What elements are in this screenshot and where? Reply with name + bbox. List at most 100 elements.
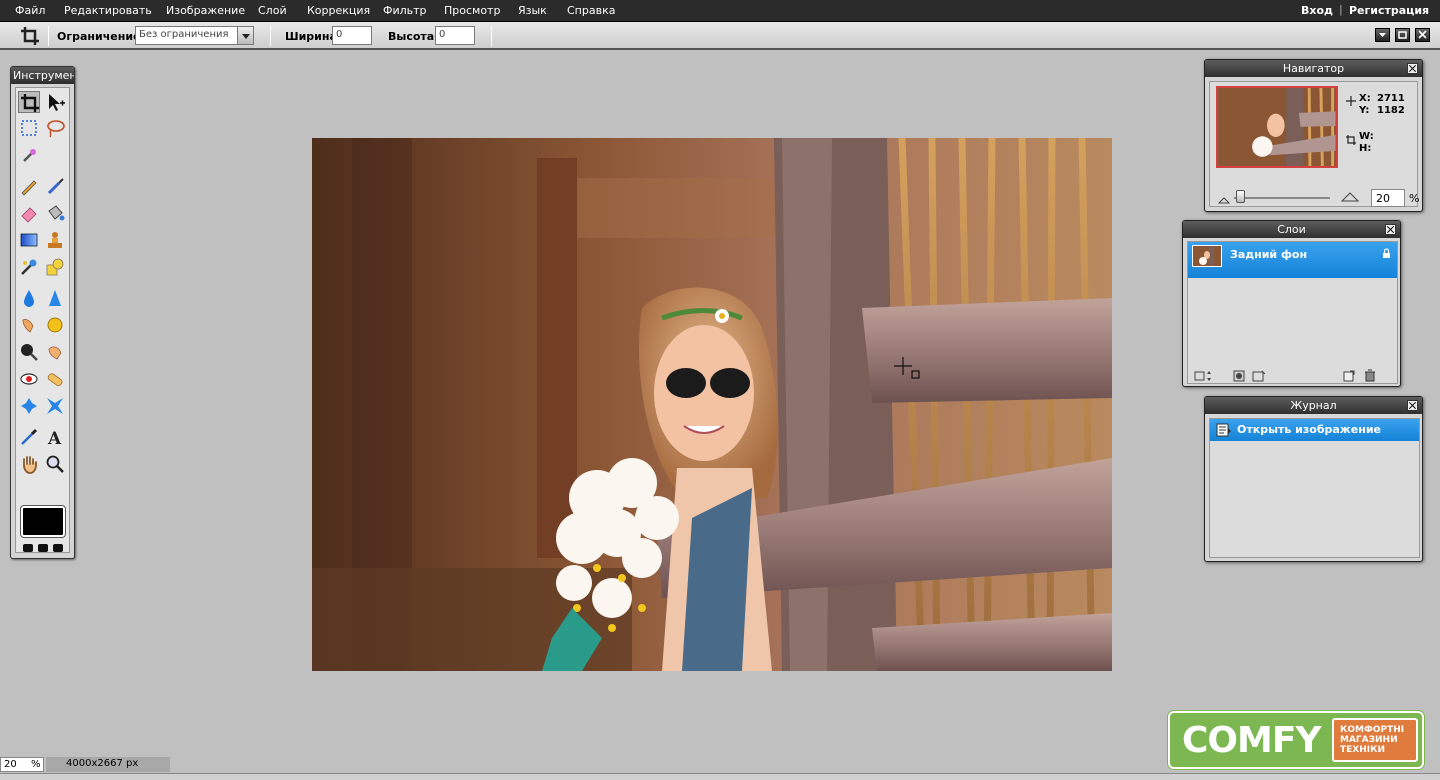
image-canvas[interactable]	[312, 138, 1112, 671]
close-icon[interactable]	[1407, 63, 1418, 74]
menu-language[interactable]: Язык	[518, 4, 547, 17]
sharpen-icon[interactable]	[44, 287, 66, 309]
menu-edit[interactable]: Редактировать	[64, 4, 152, 17]
zoom-input[interactable]: 20	[1371, 189, 1405, 207]
maximize-button[interactable]	[1395, 28, 1410, 42]
comfy-logo: COMFY КОМФОРТНІ МАГАЗИНИ ТЕХНІКИ	[1168, 711, 1424, 769]
zoom-slider-handle[interactable]	[1236, 190, 1245, 203]
height-input[interactable]: 0	[435, 26, 475, 45]
image-dimensions: 4000x2667 px	[46, 757, 170, 772]
comfy-logo-word: COMFY	[1182, 720, 1322, 761]
status-zoom-value: 20	[4, 759, 17, 770]
paint-bucket-icon[interactable]	[44, 202, 66, 224]
new-layer-icon[interactable]	[1343, 370, 1355, 382]
preset-dot[interactable]	[38, 544, 48, 552]
close-icon[interactable]	[1385, 224, 1396, 235]
navigator-title[interactable]: Навигатор	[1205, 60, 1422, 77]
trash-icon[interactable]	[1364, 369, 1376, 382]
menu-adjustments[interactable]: Коррекция	[307, 4, 370, 17]
size-icon	[1346, 135, 1356, 145]
close-button[interactable]	[1415, 28, 1430, 42]
tools-panel: Инструменты	[10, 66, 75, 559]
foreground-color-swatch[interactable]	[20, 505, 66, 538]
sponge-icon[interactable]	[44, 314, 66, 336]
layer-mask-icon[interactable]	[1233, 370, 1245, 382]
y-value: 1182	[1377, 105, 1405, 116]
navigator-thumbnail[interactable]	[1216, 86, 1338, 168]
layers-panel: Слои Задний фон	[1182, 220, 1401, 387]
preset-dot[interactable]	[23, 544, 33, 552]
login-link[interactable]: Вход	[1301, 4, 1333, 17]
brush-icon[interactable]	[44, 175, 66, 197]
menu-bar: Файл Редактировать Изображение Слой Корр…	[0, 0, 1440, 22]
chevron-down-icon[interactable]	[237, 26, 254, 45]
red-eye-icon[interactable]	[18, 368, 40, 390]
text-tool-icon[interactable]: A	[44, 426, 66, 449]
zoom-tool-icon[interactable]	[44, 453, 66, 475]
layers-title-text: Слои	[1277, 223, 1306, 236]
menu-filter[interactable]: Фильтр	[383, 4, 427, 17]
crop-tool-icon[interactable]	[18, 91, 40, 113]
color-replace-icon[interactable]	[18, 256, 40, 278]
magic-wand-icon[interactable]	[18, 144, 40, 166]
clone-stamp-icon[interactable]	[44, 229, 66, 251]
constraint-label: Ограничение:	[57, 30, 145, 43]
crop-options-icon[interactable]	[18, 25, 42, 47]
spot-heal-icon[interactable]	[44, 368, 66, 390]
zoom-out-icon[interactable]	[1217, 194, 1231, 204]
divider	[270, 26, 271, 46]
tools-panel-title[interactable]: Инструменты	[11, 67, 74, 84]
layer-style-icon[interactable]	[1252, 370, 1266, 382]
layers-body: Задний фон	[1187, 241, 1398, 384]
hand-tool-icon[interactable]	[18, 453, 40, 475]
gradient-icon[interactable]	[18, 229, 40, 251]
zoom-in-icon[interactable]	[1340, 192, 1360, 202]
minimize-button[interactable]	[1375, 28, 1390, 42]
x-label: X:	[1359, 93, 1371, 104]
svg-text:A: A	[47, 429, 62, 448]
constraint-select[interactable]: Без ограничения	[135, 26, 238, 45]
auth-separator: |	[1339, 3, 1343, 16]
eyedropper-icon[interactable]	[18, 426, 40, 448]
menu-help[interactable]: Справка	[567, 4, 615, 17]
bloat-icon[interactable]	[18, 395, 40, 417]
history-panel: Журнал Открыть изображение	[1204, 396, 1423, 562]
zoom-slider-track[interactable]	[1234, 197, 1330, 199]
layer-blend-icon[interactable]	[1194, 370, 1214, 382]
height-label: Высота:	[388, 30, 439, 43]
navigator-panel: Навигатор X: 2711 Y: 1182 W: H: 20 %	[1204, 59, 1423, 212]
smudge-icon[interactable]	[18, 314, 40, 336]
menu-image[interactable]: Изображение	[166, 4, 245, 17]
menu-file[interactable]: Файл	[15, 4, 45, 17]
history-item[interactable]: Открыть изображение	[1210, 419, 1419, 441]
photo	[312, 138, 1112, 671]
burn-icon[interactable]	[18, 341, 40, 363]
history-title[interactable]: Журнал	[1205, 397, 1422, 414]
pinch-icon[interactable]	[44, 395, 66, 417]
status-zoom-input[interactable]: 20 %	[0, 757, 44, 772]
tools-grid: A	[15, 87, 70, 553]
options-bar: Ограничение: Без ограничения Ширина: 0 В…	[0, 22, 1440, 50]
shape-tool-icon[interactable]	[44, 256, 66, 278]
comfy-logo-tag: КОМФОРТНІ МАГАЗИНИ ТЕХНІКИ	[1332, 718, 1418, 762]
dodge-icon[interactable]	[44, 341, 66, 363]
position-crosshair-icon	[1346, 96, 1356, 106]
width-input[interactable]: 0	[332, 26, 372, 45]
divider	[48, 26, 49, 46]
menu-layer[interactable]: Слой	[258, 4, 287, 17]
move-tool-icon[interactable]	[44, 91, 66, 113]
pencil-icon[interactable]	[18, 175, 40, 197]
layers-title[interactable]: Слои	[1183, 221, 1400, 238]
preset-dot[interactable]	[53, 544, 63, 552]
x-value: 2711	[1377, 93, 1405, 104]
layer-row[interactable]: Задний фон	[1188, 242, 1397, 278]
layer-thumbnail	[1192, 245, 1222, 267]
lasso-tool-icon[interactable]	[44, 117, 66, 139]
navigator-title-text: Навигатор	[1282, 62, 1345, 75]
blur-icon[interactable]	[18, 287, 40, 309]
close-icon[interactable]	[1407, 400, 1418, 411]
menu-view[interactable]: Просмотр	[444, 4, 500, 17]
eraser-icon[interactable]	[18, 202, 40, 224]
marquee-tool-icon[interactable]	[18, 117, 40, 139]
register-link[interactable]: Регистрация	[1349, 4, 1429, 17]
